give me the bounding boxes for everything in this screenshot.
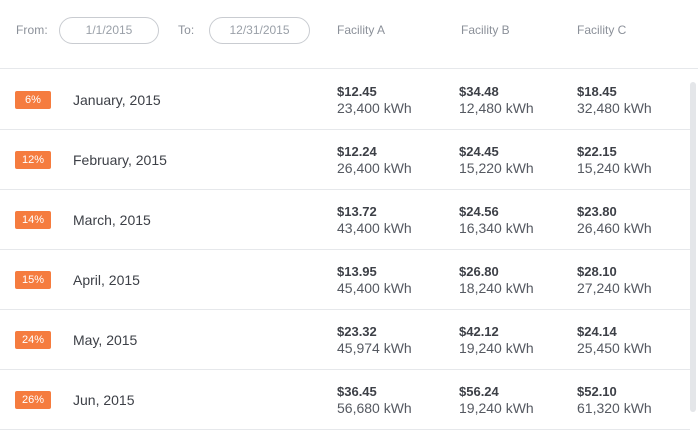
facility-c-cell: $18.45 32,480 kWh xyxy=(577,84,652,117)
facility-b-cell: $24.45 15,220 kWh xyxy=(459,144,534,177)
from-label: From: xyxy=(16,23,48,37)
cost-value: $13.95 xyxy=(337,264,377,279)
energy-cost-table: From: 1/1/2015 To: 12/31/2015 Facility A… xyxy=(0,0,698,441)
from-date-input[interactable]: 1/1/2015 xyxy=(59,17,159,44)
usage-value: 16,340 kWh xyxy=(459,220,534,236)
usage-value: 18,240 kWh xyxy=(459,280,534,296)
to-label: To: xyxy=(178,23,195,37)
column-header-facility-b[interactable]: Facility B xyxy=(461,23,510,37)
cost-value: $24.45 xyxy=(459,144,499,159)
usage-value: 43,400 kWh xyxy=(337,220,412,236)
usage-value: 27,240 kWh xyxy=(577,280,652,296)
cost-value: $42.12 xyxy=(459,324,499,339)
to-date-input[interactable]: 12/31/2015 xyxy=(209,17,310,44)
percent-badge: 6% xyxy=(15,91,51,109)
cost-value: $28.10 xyxy=(577,264,617,279)
cost-value: $23.80 xyxy=(577,204,617,219)
month-label: Jun, 2015 xyxy=(73,392,135,408)
cost-value: $24.14 xyxy=(577,324,617,339)
cost-value: $24.56 xyxy=(459,204,499,219)
cost-value: $34.48 xyxy=(459,84,499,99)
table-header: From: 1/1/2015 To: 12/31/2015 Facility A… xyxy=(0,0,698,69)
usage-value: 23,400 kWh xyxy=(337,100,412,116)
table-row[interactable]: 12% February, 2015 $12.24 26,400 kWh $24.45 1… xyxy=(0,130,690,190)
usage-value: 12,480 kWh xyxy=(459,100,534,116)
facility-b-cell: $26.80 18,240 kWh xyxy=(459,264,534,297)
usage-value: 32,480 kWh xyxy=(577,100,652,116)
facility-b-cell: $42.12 19,240 kWh xyxy=(459,324,534,357)
table-row[interactable]: 14% March, 2015 $13.72 43,400 kWh $24.56 16,3… xyxy=(0,190,690,250)
facility-c-cell: $28.10 27,240 kWh xyxy=(577,264,652,297)
facility-a-cell: $13.95 45,400 kWh xyxy=(337,264,412,297)
usage-value: 45,974 kWh xyxy=(337,340,412,356)
usage-value: 26,460 kWh xyxy=(577,220,652,236)
usage-value: 15,240 kWh xyxy=(577,160,652,176)
percent-badge: 26% xyxy=(15,391,51,409)
cost-value: $52.10 xyxy=(577,384,617,399)
month-label: April, 2015 xyxy=(73,272,140,288)
usage-value: 15,220 kWh xyxy=(459,160,534,176)
facility-c-cell: $24.14 25,450 kWh xyxy=(577,324,652,357)
month-label: January, 2015 xyxy=(73,92,161,108)
usage-value: 61,320 kWh xyxy=(577,400,652,416)
facility-a-cell: $12.24 26,400 kWh xyxy=(337,144,412,177)
vertical-scrollbar[interactable] xyxy=(690,82,696,412)
table-row[interactable]: 15% April, 2015 $13.95 45,400 kWh $26.80 18,2… xyxy=(0,250,690,310)
column-header-facility-a[interactable]: Facility A xyxy=(337,23,385,37)
table-row[interactable]: 6% January, 2015 $12.45 23,400 kWh $34.48 12,… xyxy=(0,70,690,130)
facility-c-cell: $52.10 61,320 kWh xyxy=(577,384,652,417)
usage-value: 56,680 kWh xyxy=(337,400,412,416)
usage-value: 25,450 kWh xyxy=(577,340,652,356)
percent-badge: 15% xyxy=(15,271,51,289)
usage-value: 19,240 kWh xyxy=(459,400,534,416)
facility-a-cell: $23.32 45,974 kWh xyxy=(337,324,412,357)
cost-value: $12.24 xyxy=(337,144,377,159)
month-label: March, 2015 xyxy=(73,212,151,228)
table-body: 6% January, 2015 $12.45 23,400 kWh $34.48 12,… xyxy=(0,70,698,430)
cost-value: $22.15 xyxy=(577,144,617,159)
facility-b-cell: $34.48 12,480 kWh xyxy=(459,84,534,117)
cost-value: $18.45 xyxy=(577,84,617,99)
percent-badge: 24% xyxy=(15,331,51,349)
column-header-facility-c[interactable]: Facility C xyxy=(577,23,626,37)
facility-c-cell: $22.15 15,240 kWh xyxy=(577,144,652,177)
facility-c-cell: $23.80 26,460 kWh xyxy=(577,204,652,237)
facility-b-cell: $56.24 19,240 kWh xyxy=(459,384,534,417)
cost-value: $36.45 xyxy=(337,384,377,399)
percent-badge: 12% xyxy=(15,151,51,169)
usage-value: 19,240 kWh xyxy=(459,340,534,356)
facility-a-cell: $36.45 56,680 kWh xyxy=(337,384,412,417)
cost-value: $26.80 xyxy=(459,264,499,279)
month-label: February, 2015 xyxy=(73,152,167,168)
cost-value: $12.45 xyxy=(337,84,377,99)
facility-b-cell: $24.56 16,340 kWh xyxy=(459,204,534,237)
cost-value: $56.24 xyxy=(459,384,499,399)
facility-a-cell: $13.72 43,400 kWh xyxy=(337,204,412,237)
facility-a-cell: $12.45 23,400 kWh xyxy=(337,84,412,117)
usage-value: 45,400 kWh xyxy=(337,280,412,296)
cost-value: $13.72 xyxy=(337,204,377,219)
table-row[interactable]: 24% May, 2015 $23.32 45,974 kWh $42.12 19,240… xyxy=(0,310,690,370)
percent-badge: 14% xyxy=(15,211,51,229)
cost-value: $23.32 xyxy=(337,324,377,339)
table-row[interactable]: 26% Jun, 2015 $36.45 56,680 kWh $56.24 19,240… xyxy=(0,370,690,430)
month-label: May, 2015 xyxy=(73,332,138,348)
usage-value: 26,400 kWh xyxy=(337,160,412,176)
